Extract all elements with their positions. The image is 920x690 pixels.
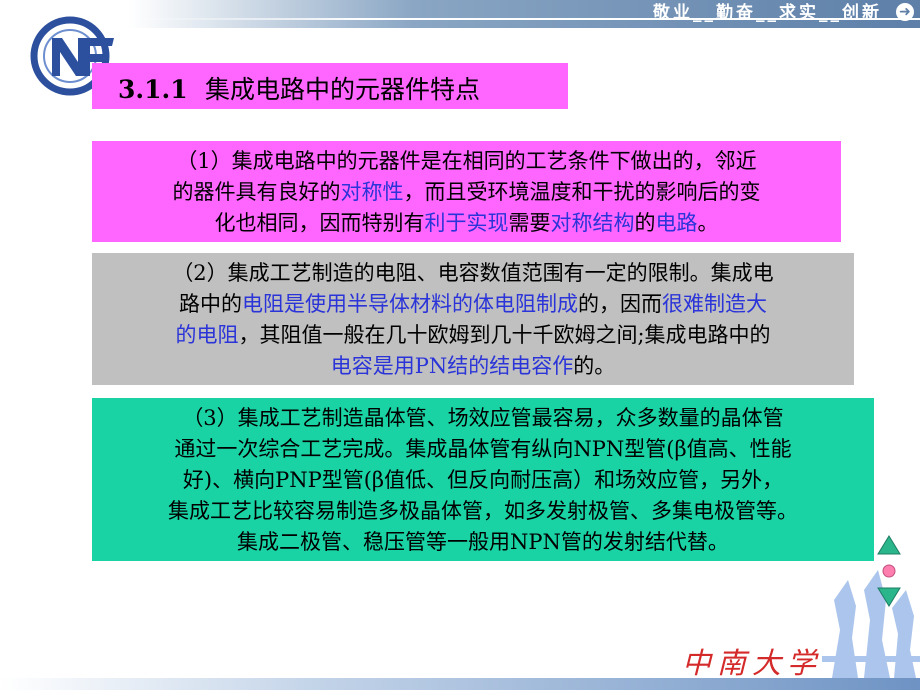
- text-segment: ，而且受环境温度和干扰的影响后的变: [403, 180, 761, 204]
- text-segment: （1）集成电路中的元器件是在相同的工艺条件下做出的，邻近: [176, 149, 757, 173]
- paragraph-line: 集成二极管、稳压管等一般用NPN管的发射结代替。: [92, 527, 874, 558]
- highlighted-term: 利于实现: [424, 211, 509, 235]
- highlighted-term: 很难制造大: [662, 292, 767, 316]
- paragraph-1: （1）集成电路中的元器件是在相同的工艺条件下做出的，邻近的器件具有良好的对称性，…: [92, 141, 841, 242]
- text-segment: 集成二极管、稳压管等一般用NPN管的发射结代替。: [237, 530, 729, 554]
- paragraph-line: 的电阻，其阻值一般在几十欧姆到几十千欧姆之间;集成电路中的: [92, 320, 854, 351]
- back-arrow-icon[interactable]: ➜: [896, 3, 914, 21]
- text-segment: 集成工艺比较容易制造多极晶体管，如多发射极管、多集电极管等。: [168, 499, 798, 523]
- text-segment: 通过一次综合工艺完成。集成晶体管有纵向NPN型管(β值高、性能: [174, 437, 792, 461]
- paragraph-line: 电容是用PN结的结电容作的。: [92, 351, 854, 382]
- highlighted-term: 电阻是使用半导体材料的体电阻制成: [242, 292, 578, 316]
- paragraph-line: 路中的电阻是使用半导体材料的体电阻制成的，因而很难制造大: [92, 289, 854, 320]
- paragraph-line: 化也相同，因而特别有利于实现需要对称结构的电路。: [92, 208, 841, 239]
- text-segment: 需要: [508, 211, 551, 235]
- text-segment: （2）集成工艺制造的电阻、电容数值范围有一定的限制。集成电: [172, 261, 774, 285]
- title-text: 集成电路中的元器件特点: [205, 75, 481, 104]
- text-segment: （3）集成工艺制造晶体管、场效应管最容易，众多数量的晶体管: [182, 406, 784, 430]
- paragraph-2: （2）集成工艺制造的电阻、电容数值范围有一定的限制。集成电路中的电阻是使用半导体…: [92, 253, 854, 385]
- paragraph-line: （3）集成工艺制造晶体管、场效应管最容易，众多数量的晶体管: [92, 403, 874, 434]
- university-name: 中南大学: [682, 646, 823, 680]
- text-segment: 的，因而: [578, 292, 662, 316]
- header-bar: 敬业__勤奋__求实__创新 ➜: [0, 0, 920, 28]
- footer-bar: [0, 678, 920, 690]
- motto-text: 敬业__勤奋__求实__创新: [653, 3, 882, 23]
- paragraph-line: 的器件具有良好的对称性，而且受环境温度和干扰的影响后的变: [92, 177, 841, 208]
- slide-title: 3.1.1 集成电路中的元器件特点: [118, 70, 480, 106]
- text-segment: 。: [697, 211, 719, 235]
- highlighted-term: 对称结构: [550, 211, 635, 235]
- triangle-down-icon[interactable]: [877, 587, 901, 607]
- text-segment: 好)、横向PNP型管(β值低、但反向耐压高）和场效应管，另外，: [182, 468, 784, 492]
- paragraph-line: 通过一次综合工艺完成。集成晶体管有纵向NPN型管(β值高、性能: [92, 434, 874, 465]
- circle-home-icon[interactable]: [882, 564, 896, 578]
- paragraph-line: （1）集成电路中的元器件是在相同的工艺条件下做出的，邻近: [92, 146, 841, 177]
- highlighted-term: 的电阻: [175, 323, 239, 347]
- paragraph-3: （3）集成工艺制造晶体管、场效应管最容易，众多数量的晶体管 通过一次综合工艺完成。…: [92, 398, 874, 561]
- text-segment: 化也相同，因而特别有: [214, 211, 425, 235]
- paragraph-line: （2）集成工艺制造的电阻、电容数值范围有一定的限制。集成电: [92, 258, 854, 289]
- text-segment: 的器件具有良好的: [172, 180, 341, 204]
- text-segment: 路中的: [179, 292, 242, 316]
- paragraph-line: 集成工艺比较容易制造多极晶体管，如多发射极管、多集电极管等。: [92, 496, 874, 527]
- triangle-up-icon[interactable]: [877, 535, 901, 555]
- section-number: 3.1.1: [118, 75, 188, 104]
- text-segment: 的: [634, 211, 656, 235]
- highlighted-term: 电容是用PN结的结电容作: [330, 354, 574, 378]
- highlighted-term: 对称性: [340, 180, 404, 204]
- highlighted-term: 电路: [655, 211, 698, 235]
- slide-navigation: [877, 535, 901, 607]
- decorative-watermark-icon: [822, 570, 920, 678]
- text-segment: ，其阻值一般在几十欧姆到几十千欧姆之间;集成电路中的: [238, 323, 771, 347]
- text-segment: 的。: [573, 354, 616, 378]
- paragraph-line: 好)、横向PNP型管(β值低、但反向耐压高）和场效应管，另外，: [92, 465, 874, 496]
